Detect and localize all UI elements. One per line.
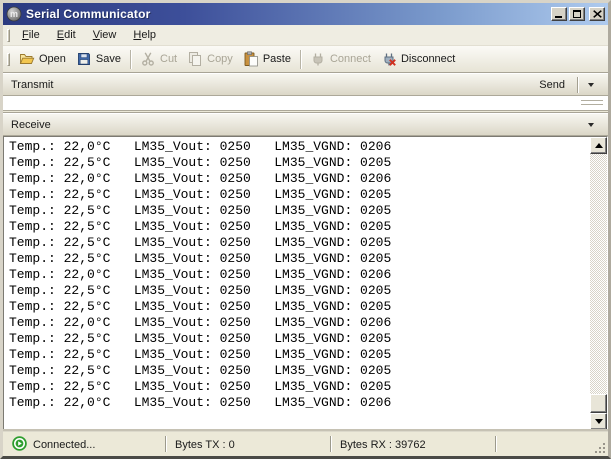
scroll-down-button[interactable] <box>590 413 607 430</box>
send-button[interactable]: Send <box>533 77 571 93</box>
save-button[interactable]: Save <box>71 49 126 69</box>
save-button-label: Save <box>96 53 121 65</box>
send-options-dropdown[interactable] <box>582 76 600 94</box>
statusbar-separator <box>165 436 166 452</box>
open-button-label: Open <box>39 53 66 65</box>
scrollbar-thumb[interactable] <box>590 394 607 413</box>
transmit-input[interactable] <box>3 96 608 110</box>
paste-button-label: Paste <box>263 53 291 65</box>
connect-plug-icon <box>310 51 326 67</box>
close-icon <box>593 10 602 18</box>
status-bar: Connected... Bytes TX : 0 Bytes RX : 397… <box>3 431 608 456</box>
menu-help[interactable]: Help <box>125 27 164 43</box>
toolbar-gripper[interactable] <box>7 53 10 66</box>
receive-label: Receive <box>11 119 51 131</box>
open-button[interactable]: Open <box>14 49 71 69</box>
connected-status-icon <box>12 436 27 454</box>
copy-button-label: Copy <box>207 53 233 65</box>
receive-scrollbar[interactable] <box>590 137 607 430</box>
cut-scissors-icon <box>140 51 156 67</box>
send-separator <box>577 77 578 93</box>
bytes-rx-panel: Bytes RX : 39762 <box>340 432 426 457</box>
transmit-resize-grip[interactable] <box>581 99 603 108</box>
window-title: Serial Communicator <box>26 7 551 21</box>
paste-button[interactable]: Paste <box>238 49 296 69</box>
menu-edit[interactable]: Edit <box>49 27 84 43</box>
arrow-up-icon <box>595 143 603 148</box>
window-resize-grip[interactable] <box>594 442 606 454</box>
receive-header: Receive <box>3 113 608 136</box>
toolbar-separator <box>300 50 301 69</box>
transmit-header: Transmit Send <box>3 73 608 96</box>
cut-button: Cut <box>135 49 182 69</box>
cut-button-label: Cut <box>160 53 177 65</box>
toolbar-separator <box>130 50 131 69</box>
scroll-up-button[interactable] <box>590 137 607 154</box>
maximize-icon <box>573 10 581 18</box>
open-folder-icon <box>19 51 35 67</box>
disconnect-plug-icon <box>381 51 397 67</box>
paste-clipboard-icon <box>243 51 259 67</box>
receive-options-dropdown[interactable] <box>582 116 600 134</box>
toolbar: Open Save Cut <box>3 46 608 73</box>
copy-button: Copy <box>182 49 238 69</box>
disconnect-button[interactable]: Disconnect <box>376 49 460 69</box>
arrow-down-icon <box>595 419 603 424</box>
disconnect-button-label: Disconnect <box>401 53 455 65</box>
transmit-input-row <box>3 96 608 111</box>
chevron-down-icon <box>588 123 594 127</box>
chevron-down-icon <box>588 83 594 87</box>
save-disk-icon <box>76 51 92 67</box>
receive-area: Temp.: 22,0°C LM35_Vout: 0250 LM35_VGND:… <box>3 136 608 431</box>
menubar-gripper[interactable] <box>7 29 10 42</box>
connection-status-text: Connected... <box>33 439 95 451</box>
transmit-label: Transmit <box>11 79 53 91</box>
minimize-button[interactable] <box>551 7 567 21</box>
app-window: m Serial Communicator File Edit View Hel… <box>0 0 611 459</box>
receive-log: Temp.: 22,0°C LM35_Vout: 0250 LM35_VGND:… <box>4 137 607 411</box>
statusbar-separator <box>330 436 331 452</box>
svg-text:m: m <box>10 9 18 19</box>
menu-bar: File Edit View Help <box>3 25 608 46</box>
title-bar[interactable]: m Serial Communicator <box>3 3 608 25</box>
maximize-button[interactable] <box>569 7 585 21</box>
bytes-tx-panel: Bytes TX : 0 <box>175 432 235 457</box>
connect-button-label: Connect <box>330 53 371 65</box>
connection-status-panel: Connected... <box>12 432 95 457</box>
menu-view[interactable]: View <box>85 27 125 43</box>
menu-file[interactable]: File <box>14 27 48 43</box>
app-icon: m <box>6 6 22 22</box>
minimize-icon <box>555 16 562 18</box>
close-button[interactable] <box>589 7 605 21</box>
connect-button: Connect <box>305 49 376 69</box>
copy-pages-icon <box>187 51 203 67</box>
statusbar-separator <box>495 436 496 452</box>
